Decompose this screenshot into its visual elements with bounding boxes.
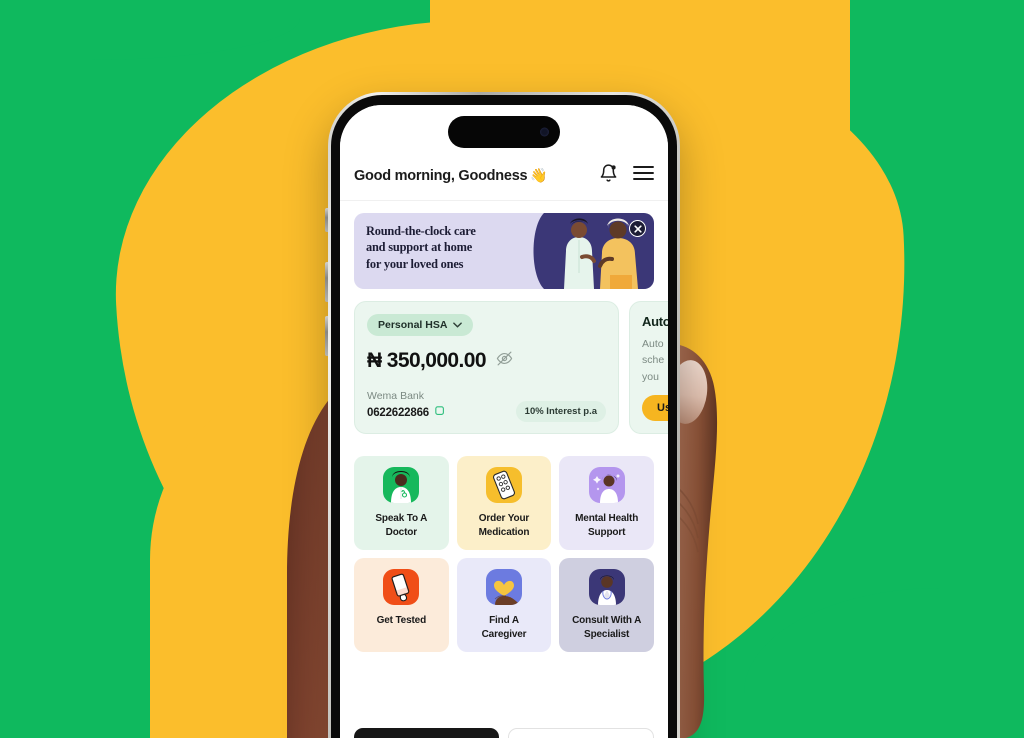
test-sample-icon — [383, 569, 420, 605]
balance-amount: ₦ 350,000.00 — [367, 349, 487, 372]
account-cards-carousel[interactable]: Personal HSA ₦ 350,000.00 Wema Bank 0622… — [354, 301, 668, 434]
service-label-line-1: Get Tested — [376, 615, 427, 626]
page-title: Good morning, Goodness — [354, 167, 528, 184]
service-tile-get-tested[interactable]: Get Tested — [354, 558, 449, 652]
header-actions — [599, 163, 654, 188]
secondary-desc-line-3: you — [642, 370, 659, 383]
secondary-card-title: Auto — [642, 314, 668, 329]
app-viewport: Good morning, Goodness 👋 Round-the-clock… — [340, 105, 668, 738]
close-icon[interactable] — [629, 220, 646, 237]
secondary-account-card[interactable]: Auto Auto sche you Us — [629, 301, 668, 434]
promo-banner-text: Round-the-clock care and support at home… — [354, 213, 476, 289]
service-tile-label: Order Your Medication — [479, 512, 530, 539]
chevron-down-icon — [453, 319, 463, 331]
account-type-selector[interactable]: Personal HSA — [367, 314, 474, 336]
phone-screen: Good morning, Goodness 👋 Round-the-clock… — [340, 105, 668, 738]
bank-details: Wema Bank 0622622866 — [367, 390, 446, 422]
eye-off-icon[interactable] — [496, 350, 513, 372]
service-tile-find-a-caregiver[interactable]: Find A Caregiver — [456, 558, 552, 652]
service-tile-label: Speak To A Doctor — [375, 512, 427, 539]
specialist-avatar-icon — [588, 569, 625, 605]
pill-blister-icon — [485, 467, 522, 503]
service-label-line-1: Mental Health — [575, 513, 639, 524]
bell-icon[interactable] — [599, 163, 618, 188]
greeting-wrap: Good morning, Goodness 👋 — [354, 167, 548, 185]
service-tile-consult-with-a-specialist[interactable]: Consult With A Specialist — [559, 558, 654, 652]
dynamic-island — [448, 116, 560, 148]
bank-name: Wema Bank — [367, 390, 424, 402]
service-label-line-1: Consult With A — [572, 615, 642, 626]
front-camera-icon — [540, 127, 549, 137]
secondary-card-cta-button[interactable]: Us — [642, 394, 668, 421]
service-label-line-2: Caregiver — [481, 628, 527, 640]
send-money-button[interactable]: Send Money — [507, 728, 654, 738]
service-tile-mental-health-support[interactable]: Mental Health Support — [559, 456, 654, 550]
background-green-corner-top-left — [0, 0, 300, 60]
app-scroll-body: Round-the-clock care and support at home… — [340, 201, 668, 714]
service-label-line-1: Find A — [489, 615, 519, 626]
copy-icon[interactable] — [435, 404, 446, 422]
hand-holding-heart-icon — [485, 569, 522, 605]
secondary-desc-line-1: Auto — [642, 338, 664, 350]
service-tile-label: Mental Health Support — [575, 512, 638, 539]
secondary-desc-line-2: sche — [642, 354, 665, 367]
bottom-action-bar: Fund HSA Send Money — [340, 714, 668, 738]
background-green-corner-bottom-right — [744, 588, 1024, 738]
primary-account-card[interactable]: Personal HSA ₦ 350,000.00 Wema Bank 0622… — [354, 301, 619, 434]
account-number: 0622622866 — [367, 407, 429, 419]
balance-row: ₦ 350,000.00 — [367, 349, 606, 373]
service-label-line-2: Support — [588, 526, 626, 538]
service-label-line-1: Speak To A — [375, 513, 428, 524]
phone-device: Good morning, Goodness 👋 Round-the-clock… — [328, 92, 680, 738]
fund-hsa-button[interactable]: Fund HSA — [354, 728, 499, 738]
doctor-avatar-icon — [383, 467, 420, 503]
app-header: Good morning, Goodness 👋 — [340, 155, 668, 201]
service-tile-speak-to-a-doctor[interactable]: Speak To A Doctor — [354, 456, 449, 550]
service-grid: Speak To A Doctor Order Your Medication … — [354, 456, 654, 652]
bank-details-row: Wema Bank 0622622866 10% Interest p.a — [367, 390, 606, 422]
phone-bezel: Good morning, Goodness 👋 Round-the-clock… — [331, 95, 677, 738]
service-label-line-1: Order Your — [478, 513, 530, 524]
wave-emoji-icon: 👋 — [530, 166, 548, 183]
service-tile-order-your-medication[interactable]: Order Your Medication — [456, 456, 552, 550]
hamburger-menu-icon[interactable] — [633, 165, 654, 186]
account-type-label: Personal HSA — [378, 319, 448, 331]
service-label-line-2: Doctor — [385, 526, 417, 538]
mental-health-person-icon — [588, 467, 625, 503]
secondary-card-description: Auto sche you — [642, 336, 668, 385]
service-label-line-2: Medication — [478, 526, 530, 538]
account-number-line: 0622622866 — [367, 404, 446, 422]
promo-banner[interactable]: Round-the-clock care and support at home… — [354, 213, 654, 289]
promo-line-2: and support at home — [366, 240, 473, 255]
service-label-line-2: Specialist — [584, 628, 630, 640]
promo-line-1: Round-the-clock care — [366, 224, 476, 238]
service-tile-label: Get Tested — [376, 614, 427, 628]
service-tile-label: Find A Caregiver — [482, 614, 527, 641]
promo-line-3: for your loved ones — [366, 256, 464, 271]
service-tile-label: Consult With A Specialist — [572, 614, 641, 641]
interest-rate-badge: 10% Interest p.a — [515, 401, 606, 422]
scene-root: Good morning, Goodness 👋 Round-the-clock… — [0, 0, 1024, 738]
